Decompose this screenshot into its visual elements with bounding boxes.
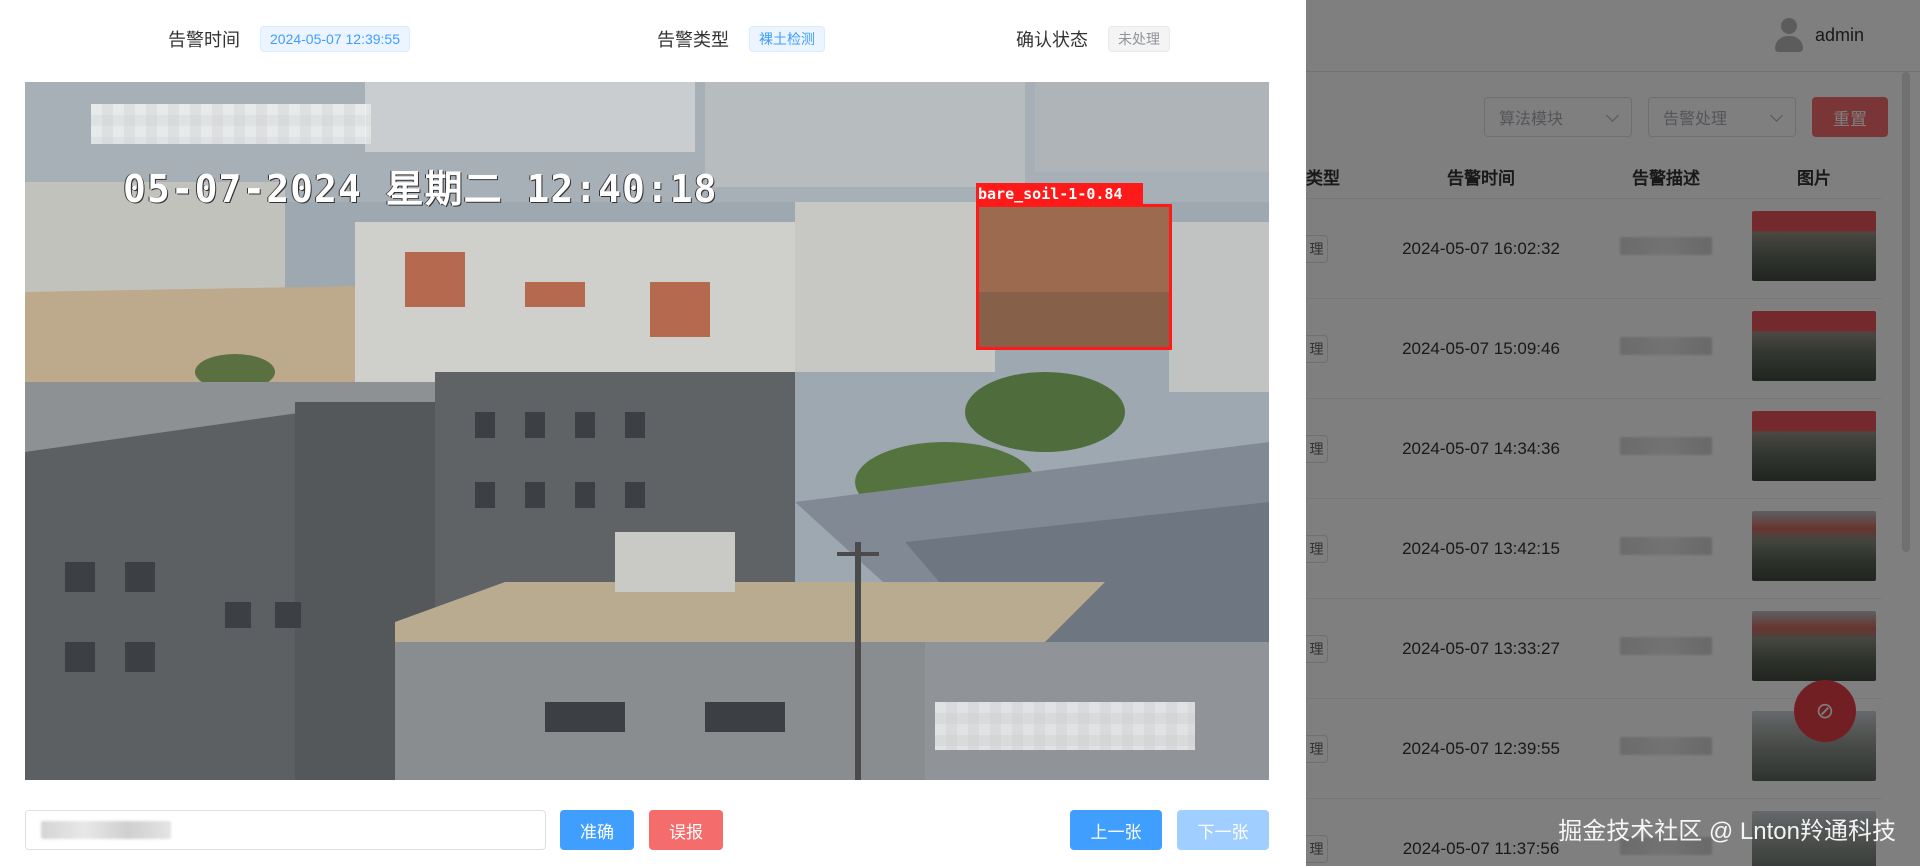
detection-label: bare_soil-1-0.84 xyxy=(976,183,1143,205)
confirm-status-info: 确认状态 未处理 xyxy=(1016,22,1170,56)
detection-box xyxy=(976,204,1172,350)
privacy-mosaic-top xyxy=(91,104,371,144)
alarm-snapshot-image: 05-07-2024 星期二 12:40:18 bare_soil-1-0.84 xyxy=(25,82,1269,780)
false-alarm-button[interactable]: 误报 xyxy=(649,810,723,850)
next-image-button[interactable]: 下一张 xyxy=(1177,810,1269,850)
review-actions-bar: 准确 误报 上一张 下一张 xyxy=(25,810,1269,850)
alarm-type-label: 告警类型 xyxy=(657,30,729,50)
prev-image-button[interactable]: 上一张 xyxy=(1070,810,1162,850)
alarm-time-tag: 2024-05-07 12:39:55 xyxy=(260,26,410,52)
camera-timestamp: 05-07-2024 星期二 12:40:18 xyxy=(123,167,718,211)
remark-blurred-text xyxy=(41,821,171,839)
privacy-mosaic-bottom xyxy=(935,702,1195,750)
remark-input[interactable] xyxy=(25,810,546,850)
alarm-type-info: 告警类型 裸土检测 xyxy=(657,22,825,56)
confirm-status-tag: 未处理 xyxy=(1108,26,1170,52)
alarm-time-info: 告警时间 2024-05-07 12:39:55 xyxy=(168,22,410,56)
watermark: 掘金技术社区 @ Lnton羚通科技 xyxy=(1558,818,1896,845)
confirm-status-label: 确认状态 xyxy=(1016,30,1088,50)
alarm-time-label: 告警时间 xyxy=(168,30,240,50)
alarm-info-bar: 告警时间 2024-05-07 12:39:55 告警类型 裸土检测 确认状态 … xyxy=(0,22,1306,56)
alarm-detail-drawer: 告警时间 2024-05-07 12:39:55 告警类型 裸土检测 确认状态 … xyxy=(0,0,1306,866)
alarm-type-tag: 裸土检测 xyxy=(749,26,825,52)
accurate-button[interactable]: 准确 xyxy=(560,810,634,850)
